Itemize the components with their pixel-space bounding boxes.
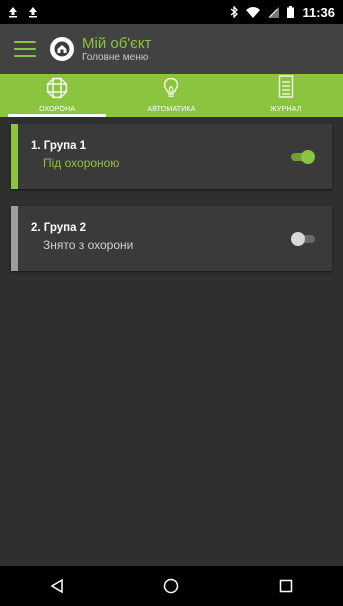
status-bar: 11:36: [0, 0, 343, 24]
back-icon[interactable]: [37, 571, 77, 601]
app-bar: Мій об'єкт Головне меню: [0, 24, 343, 74]
tab-label: ЖУРНАЛ: [270, 106, 302, 113]
group-title: 1. Група 1: [31, 140, 87, 152]
home-circle-icon[interactable]: [151, 571, 191, 601]
upload-icon: [8, 6, 18, 18]
app-title-block: Мій об'єкт Головне меню: [82, 35, 151, 64]
group-status: Під охороною: [43, 156, 120, 170]
group-card-1[interactable]: 1. Група 1 Під охороною: [11, 124, 332, 189]
home-logo-icon: [50, 37, 74, 61]
bluetooth-icon: [230, 6, 239, 18]
arm-toggle[interactable]: [291, 150, 315, 164]
system-nav-bar: [0, 566, 343, 606]
lightbulb-icon: [163, 77, 179, 104]
tab-automation[interactable]: АВТОМАТИКА: [114, 74, 228, 117]
app-title: Мій об'єкт: [82, 34, 152, 52]
tab-journal[interactable]: ЖУРНАЛ: [229, 74, 343, 117]
app-subtitle: Головне меню: [82, 51, 149, 63]
shield-grid-icon: [46, 77, 68, 104]
tab-security[interactable]: ОХОРОНА: [0, 74, 114, 117]
arm-toggle[interactable]: [291, 232, 315, 246]
recents-icon[interactable]: [266, 571, 306, 601]
wifi-icon: [246, 6, 261, 18]
journal-icon: [278, 75, 294, 104]
signal-icon: [268, 6, 280, 18]
tab-bar: ОХОРОНА АВТОМАТИКА ЖУРНАЛ: [0, 74, 343, 117]
disarmed-stripe: [11, 206, 18, 271]
battery-icon: [287, 6, 295, 18]
group-status: Знято з охорони: [43, 238, 134, 252]
status-time: 11:36: [302, 4, 335, 20]
armed-stripe: [11, 124, 18, 189]
tab-label: ОХОРОНА: [39, 106, 76, 113]
upload-icon: [28, 6, 38, 18]
group-card-2[interactable]: 2. Група 2 Знято з охорони: [11, 206, 332, 271]
group-title: 2. Група 2: [31, 222, 87, 234]
menu-icon[interactable]: [14, 41, 36, 57]
groups-list: 1. Група 1 Під охороною 2. Група 2 Знято…: [0, 117, 343, 566]
tab-label: АВТОМАТИКА: [147, 106, 196, 113]
